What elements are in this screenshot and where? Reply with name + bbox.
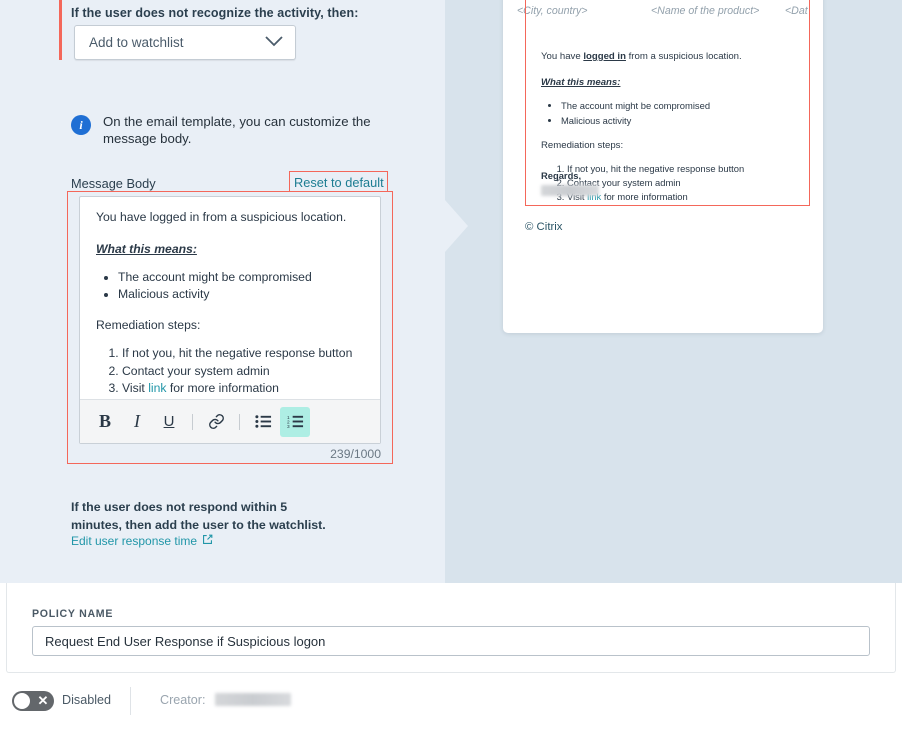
preview-step3-suffix: for more information	[601, 190, 688, 202]
policy-name-section: POLICY NAME	[6, 583, 896, 673]
message-body-editor[interactable]: You have logged in from a suspicious loc…	[79, 196, 381, 444]
policy-name-label: POLICY NAME	[32, 608, 114, 620]
preview-intro-suffix: from a suspicious location.	[625, 51, 742, 62]
chevron-down-icon	[264, 34, 284, 52]
edit-response-label: Edit user response time	[71, 534, 198, 548]
preview-intro-line: You have logged in from a suspicious loc…	[541, 50, 789, 64]
left-panel-content: If the user does not recognize the activ…	[0, 0, 445, 583]
creator-value-redacted	[215, 693, 291, 706]
message-body-content[interactable]: You have logged in from a suspicious loc…	[80, 197, 380, 400]
svg-text:3: 3	[287, 424, 290, 429]
action-select[interactable]: Add to watchlist	[74, 25, 296, 60]
response-timeout-note: If the user does not respond within 5 mi…	[71, 500, 326, 532]
list-item: Malicious activity	[561, 114, 789, 128]
preview-steps-heading: Remediation steps:	[541, 139, 624, 151]
toggle-knob	[14, 693, 30, 709]
preview-regards: Regards,	[541, 170, 582, 181]
email-preview-body: You have logged in from a suspicious loc…	[525, 32, 805, 274]
toolbar-divider	[192, 413, 193, 430]
bulleted-list-icon[interactable]	[248, 407, 278, 437]
bold-icon[interactable]: B	[90, 407, 120, 437]
edit-user-response-time-link[interactable]: Edit user response time	[71, 534, 213, 548]
list-item: Contact your system admin	[567, 176, 789, 190]
enable-disable-toggle[interactable]: ✕	[12, 691, 54, 711]
annotation-accent-bar	[59, 0, 62, 60]
editor-section-heading: What this means:	[96, 241, 197, 256]
step3-link[interactable]: link	[148, 381, 166, 395]
info-icon: i	[71, 115, 91, 135]
email-preview-card: <City, country> <Name of the product> <D…	[503, 0, 823, 333]
step3-suffix: for more information	[166, 381, 279, 396]
preview-signature-redacted	[541, 185, 599, 196]
editor-steps-heading: Remediation steps:	[96, 318, 201, 333]
link-icon[interactable]	[201, 407, 231, 437]
editor-toolbar: B I U 1 2 3	[80, 399, 380, 443]
placeholder-product-name: <Name of the product>	[651, 5, 760, 17]
underline-icon[interactable]: U	[154, 407, 184, 437]
preview-intro-prefix: You have	[541, 51, 584, 62]
creator-label: Creator:	[160, 693, 206, 707]
numbered-list-icon[interactable]: 1 2 3	[280, 406, 310, 437]
list-item: Contact your system admin	[122, 363, 364, 381]
preview-numbered-list: If not you, hit the negative response bu…	[567, 162, 789, 204]
list-item: If not you, hit the negative response bu…	[122, 345, 364, 363]
toolbar-divider	[239, 413, 240, 430]
preview-intro-link: logged in	[583, 51, 626, 62]
placeholder-date: <Dat	[785, 5, 808, 17]
toggle-state-label: Disabled	[62, 693, 112, 707]
reset-to-default-link[interactable]: Reset to default	[294, 175, 384, 190]
policy-editor-screen: If the user does not recognize the activ…	[0, 0, 902, 730]
editor-intro-line: You have logged in from a suspicious loc…	[96, 209, 364, 227]
panel-flow-arrow-icon	[445, 200, 468, 252]
list-item: Malicious activity	[118, 286, 364, 304]
condition-label: If the user does not recognize the activ…	[71, 6, 359, 20]
preview-bullet-list: The account might be compromised Malicio…	[561, 99, 789, 127]
list-item: Visit link for more information	[567, 190, 789, 204]
list-item: Visit link for more information	[122, 380, 364, 398]
info-note: i On the email template, you can customi…	[71, 113, 391, 147]
x-icon: ✕	[37, 693, 49, 708]
info-note-text: On the email template, you can customize…	[103, 114, 371, 147]
footer-divider	[130, 687, 131, 715]
list-item: The account might be compromised	[118, 269, 364, 287]
italic-icon[interactable]: I	[122, 407, 152, 437]
message-body-label: Message Body	[71, 176, 156, 191]
editor-intro-prefix: You have	[96, 210, 150, 224]
action-select-value: Add to watchlist	[89, 35, 184, 50]
placeholder-city-country: <City, country>	[517, 5, 588, 17]
step3-prefix: Visit	[122, 381, 149, 396]
list-item: The account might be compromised	[561, 99, 789, 113]
editor-numbered-list: If not you, hit the negative response bu…	[122, 345, 364, 398]
editor-intro-suffix: from a suspicious location.	[199, 210, 347, 224]
external-link-icon	[202, 534, 213, 548]
editor-intro-link[interactable]: logged in	[150, 210, 199, 224]
preview-copyright: © Citrix	[525, 221, 563, 233]
character-counter: 239/1000	[330, 447, 381, 461]
email-preview-header: <City, country> <Name of the product> <D…	[503, 0, 823, 22]
footer-action-bar: ✕ Disabled Creator: Cancel Save Changes	[0, 673, 902, 730]
editor-bullet-list: The account might be compromised Malicio…	[118, 269, 364, 304]
preview-section-heading: What this means:	[541, 77, 621, 89]
list-item: If not you, hit the negative response bu…	[567, 162, 789, 176]
policy-name-input[interactable]	[32, 626, 870, 656]
